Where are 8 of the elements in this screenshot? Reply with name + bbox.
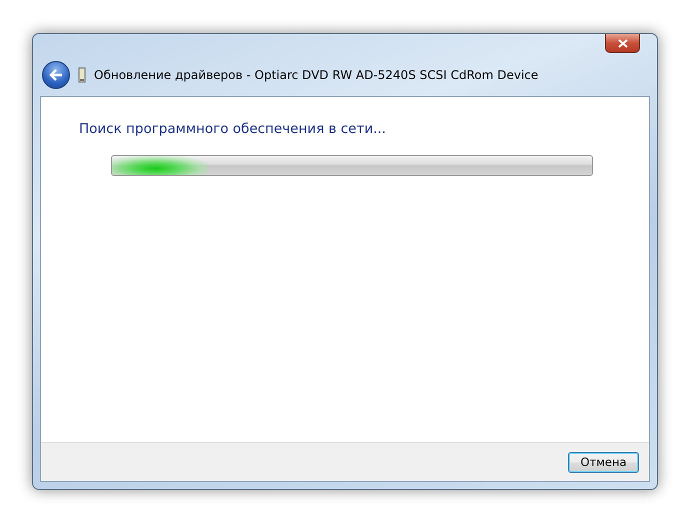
back-button[interactable] xyxy=(42,61,70,89)
back-arrow-icon xyxy=(49,69,63,81)
window-title: Обновление драйверов - Optiarc DVD RW AD-5240S SCSI CdRom Device xyxy=(94,68,538,82)
close-icon xyxy=(618,38,628,48)
cancel-button[interactable]: Отмена xyxy=(568,452,639,472)
drive-icon xyxy=(78,67,86,83)
close-button[interactable] xyxy=(605,34,640,53)
status-heading: Поиск программного обеспечения в сети... xyxy=(79,121,387,137)
